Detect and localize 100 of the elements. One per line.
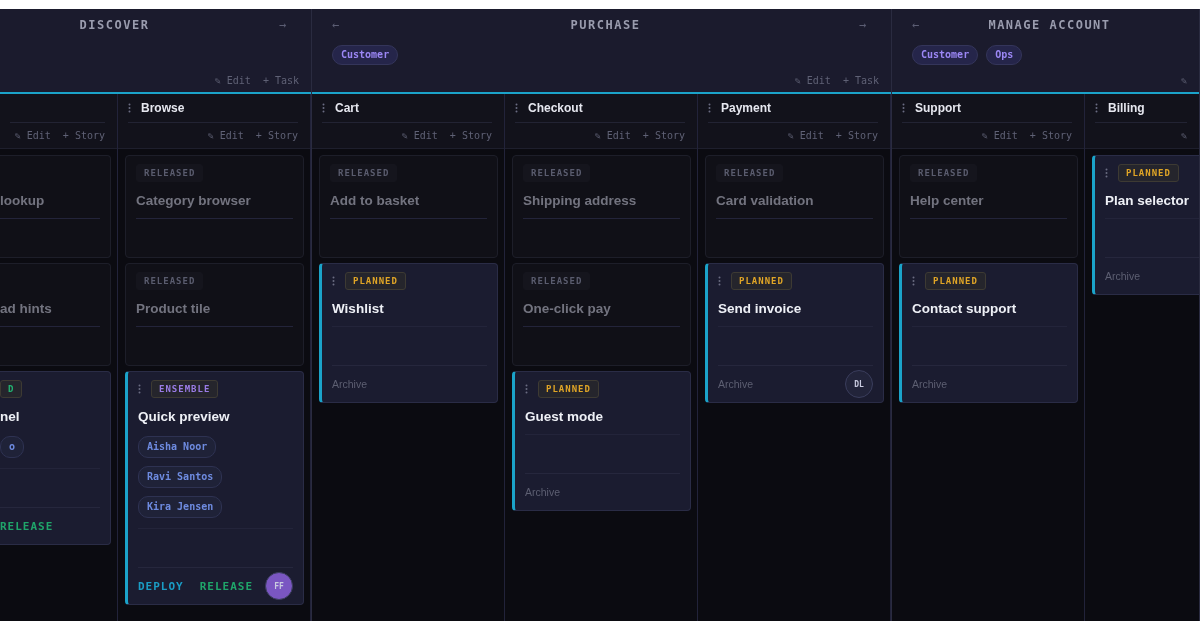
status-badge: PLANNED bbox=[1118, 164, 1179, 182]
archive-link[interactable]: Archive bbox=[525, 486, 560, 498]
story-card[interactable]: PLANNED Contact support Archive bbox=[899, 263, 1078, 403]
column-title: Billing bbox=[1108, 101, 1145, 115]
drag-handle-icon[interactable] bbox=[912, 276, 915, 286]
column-title: Cart bbox=[335, 101, 359, 115]
status-badge: PLANNED bbox=[925, 272, 986, 290]
status-badge: RELEASED bbox=[330, 164, 398, 182]
story-card[interactable]: RELEASED Product tile bbox=[125, 263, 304, 366]
card-title: Card validation bbox=[716, 193, 815, 208]
avatar: FF bbox=[265, 572, 293, 600]
story-card[interactable]: ad hints bbox=[0, 263, 111, 366]
next-arrow[interactable]: → bbox=[859, 18, 879, 32]
role-tag: Customer bbox=[912, 45, 979, 65]
role-tag: Ops bbox=[986, 45, 1023, 65]
archive-link[interactable]: Archive bbox=[332, 378, 367, 390]
column-action[interactable]: ✎ Edit bbox=[787, 130, 824, 141]
card-title: Shipping address bbox=[523, 193, 638, 208]
drag-handle-icon[interactable] bbox=[332, 276, 335, 286]
role-tag: Customer bbox=[332, 45, 399, 65]
story-card[interactable]: RELEASED Card validation bbox=[705, 155, 884, 258]
drag-handle-icon[interactable] bbox=[138, 384, 141, 394]
card-title: Category browser bbox=[136, 193, 252, 208]
card-title: Product tile bbox=[136, 301, 212, 316]
drag-handle-icon[interactable] bbox=[718, 276, 721, 286]
card-title: Help center bbox=[910, 193, 985, 208]
column-action[interactable]: ✎ Edit bbox=[14, 130, 51, 141]
story-card[interactable]: PLANNED Plan selector Archive bbox=[1092, 155, 1199, 295]
column-action[interactable]: ✎ Edit bbox=[981, 130, 1018, 141]
story-card[interactable]: RELEASED Add to basket bbox=[319, 155, 498, 258]
previous-arrow[interactable]: ← bbox=[332, 18, 352, 32]
story-card[interactable]: RELEASED Category browser bbox=[125, 155, 304, 258]
header-action[interactable]: + Task bbox=[262, 75, 299, 86]
story-card[interactable]: RELEASED One-click pay bbox=[512, 263, 691, 366]
column-action[interactable]: + Story bbox=[62, 130, 105, 141]
story-card[interactable]: RELEASED Shipping address bbox=[512, 155, 691, 258]
status-badge: PLANNED bbox=[345, 272, 406, 290]
column-action[interactable]: + Story bbox=[642, 130, 685, 141]
card-title: nel bbox=[0, 409, 21, 424]
story-card[interactable]: PLANNED Wishlist Archive bbox=[319, 263, 498, 403]
drag-handle-icon[interactable] bbox=[1105, 168, 1108, 178]
card-title: Contact support bbox=[912, 301, 1018, 316]
column-title: Browse bbox=[141, 101, 185, 115]
column-action[interactable]: ✎ Edit bbox=[207, 130, 244, 141]
status-badge: D bbox=[0, 380, 23, 398]
column-action[interactable]: + Story bbox=[255, 130, 298, 141]
status-badge: RELEASED bbox=[523, 272, 591, 290]
story-card[interactable]: ENSEMBLE Quick preview Aisha Noor Ravi Santos Kira Jensen DEPLOY RELEASE FF bbox=[125, 371, 304, 605]
status-badge: PLANNED bbox=[538, 380, 599, 398]
story-card[interactable]: PLANNED Guest mode Archive bbox=[512, 371, 691, 511]
action-link[interactable]: DEPLOY bbox=[138, 579, 184, 593]
card-title: ad hints bbox=[0, 301, 53, 316]
drag-handle-icon[interactable] bbox=[128, 103, 131, 113]
column-title: Support bbox=[915, 101, 961, 115]
action-link[interactable]: RELEASE bbox=[199, 579, 254, 593]
column-action[interactable]: ✎ bbox=[1180, 130, 1187, 141]
status-badge: RELEASED bbox=[716, 164, 784, 182]
header-action[interactable]: ✎ Edit bbox=[214, 75, 251, 86]
person-chip: o bbox=[0, 436, 25, 458]
person-chip: Kira Jensen bbox=[138, 496, 223, 518]
header-action[interactable]: ✎ bbox=[1180, 75, 1187, 86]
column-action[interactable]: ✎ Edit bbox=[401, 130, 438, 141]
card-title: Add to basket bbox=[330, 193, 421, 208]
status-badge: RELEASED bbox=[523, 164, 591, 182]
column-action[interactable]: + Story bbox=[449, 130, 492, 141]
action-link[interactable]: RELEASE bbox=[0, 519, 54, 533]
drag-handle-icon[interactable] bbox=[1095, 103, 1098, 113]
story-card[interactable]: PLANNED Send invoice Archive DL bbox=[705, 263, 884, 403]
story-card[interactable]: D nel o RELEASE bbox=[0, 371, 111, 545]
drag-handle-icon[interactable] bbox=[902, 103, 905, 113]
header-action[interactable]: + Task bbox=[842, 75, 879, 86]
archive-link[interactable]: Archive bbox=[1105, 270, 1140, 282]
archive-link[interactable]: Archive bbox=[912, 378, 947, 390]
story-card[interactable]: lookup bbox=[0, 155, 111, 258]
activity-title: PURCHASE bbox=[569, 18, 642, 32]
previous-arrow[interactable]: ← bbox=[912, 18, 932, 32]
card-title: One-click pay bbox=[523, 301, 612, 316]
person-chip: Ravi Santos bbox=[138, 466, 223, 488]
column-title: Payment bbox=[721, 101, 772, 115]
drag-handle-icon[interactable] bbox=[515, 103, 518, 113]
column-action[interactable]: + Story bbox=[835, 130, 878, 141]
card-title: Guest mode bbox=[525, 409, 604, 424]
card-title: Plan selector bbox=[1105, 193, 1191, 208]
column-action[interactable]: + Story bbox=[1029, 130, 1072, 141]
story-card[interactable]: RELEASED Help center bbox=[899, 155, 1078, 258]
archive-link[interactable]: Archive bbox=[718, 378, 753, 390]
next-arrow[interactable]: → bbox=[279, 18, 299, 32]
activity-title: DISCOVER bbox=[78, 18, 151, 32]
status-badge: RELEASED bbox=[136, 272, 204, 290]
card-title: lookup bbox=[0, 193, 46, 208]
drag-handle-icon[interactable] bbox=[708, 103, 711, 113]
card-title: Quick preview bbox=[138, 409, 231, 424]
status-badge: RELEASED bbox=[910, 164, 978, 182]
column-action[interactable]: ✎ Edit bbox=[594, 130, 631, 141]
person-chip: Aisha Noor bbox=[138, 436, 217, 458]
drag-handle-icon[interactable] bbox=[525, 384, 528, 394]
status-badge: RELEASED bbox=[136, 164, 204, 182]
column-title: Checkout bbox=[528, 101, 583, 115]
header-action[interactable]: ✎ Edit bbox=[794, 75, 831, 86]
drag-handle-icon[interactable] bbox=[322, 103, 325, 113]
